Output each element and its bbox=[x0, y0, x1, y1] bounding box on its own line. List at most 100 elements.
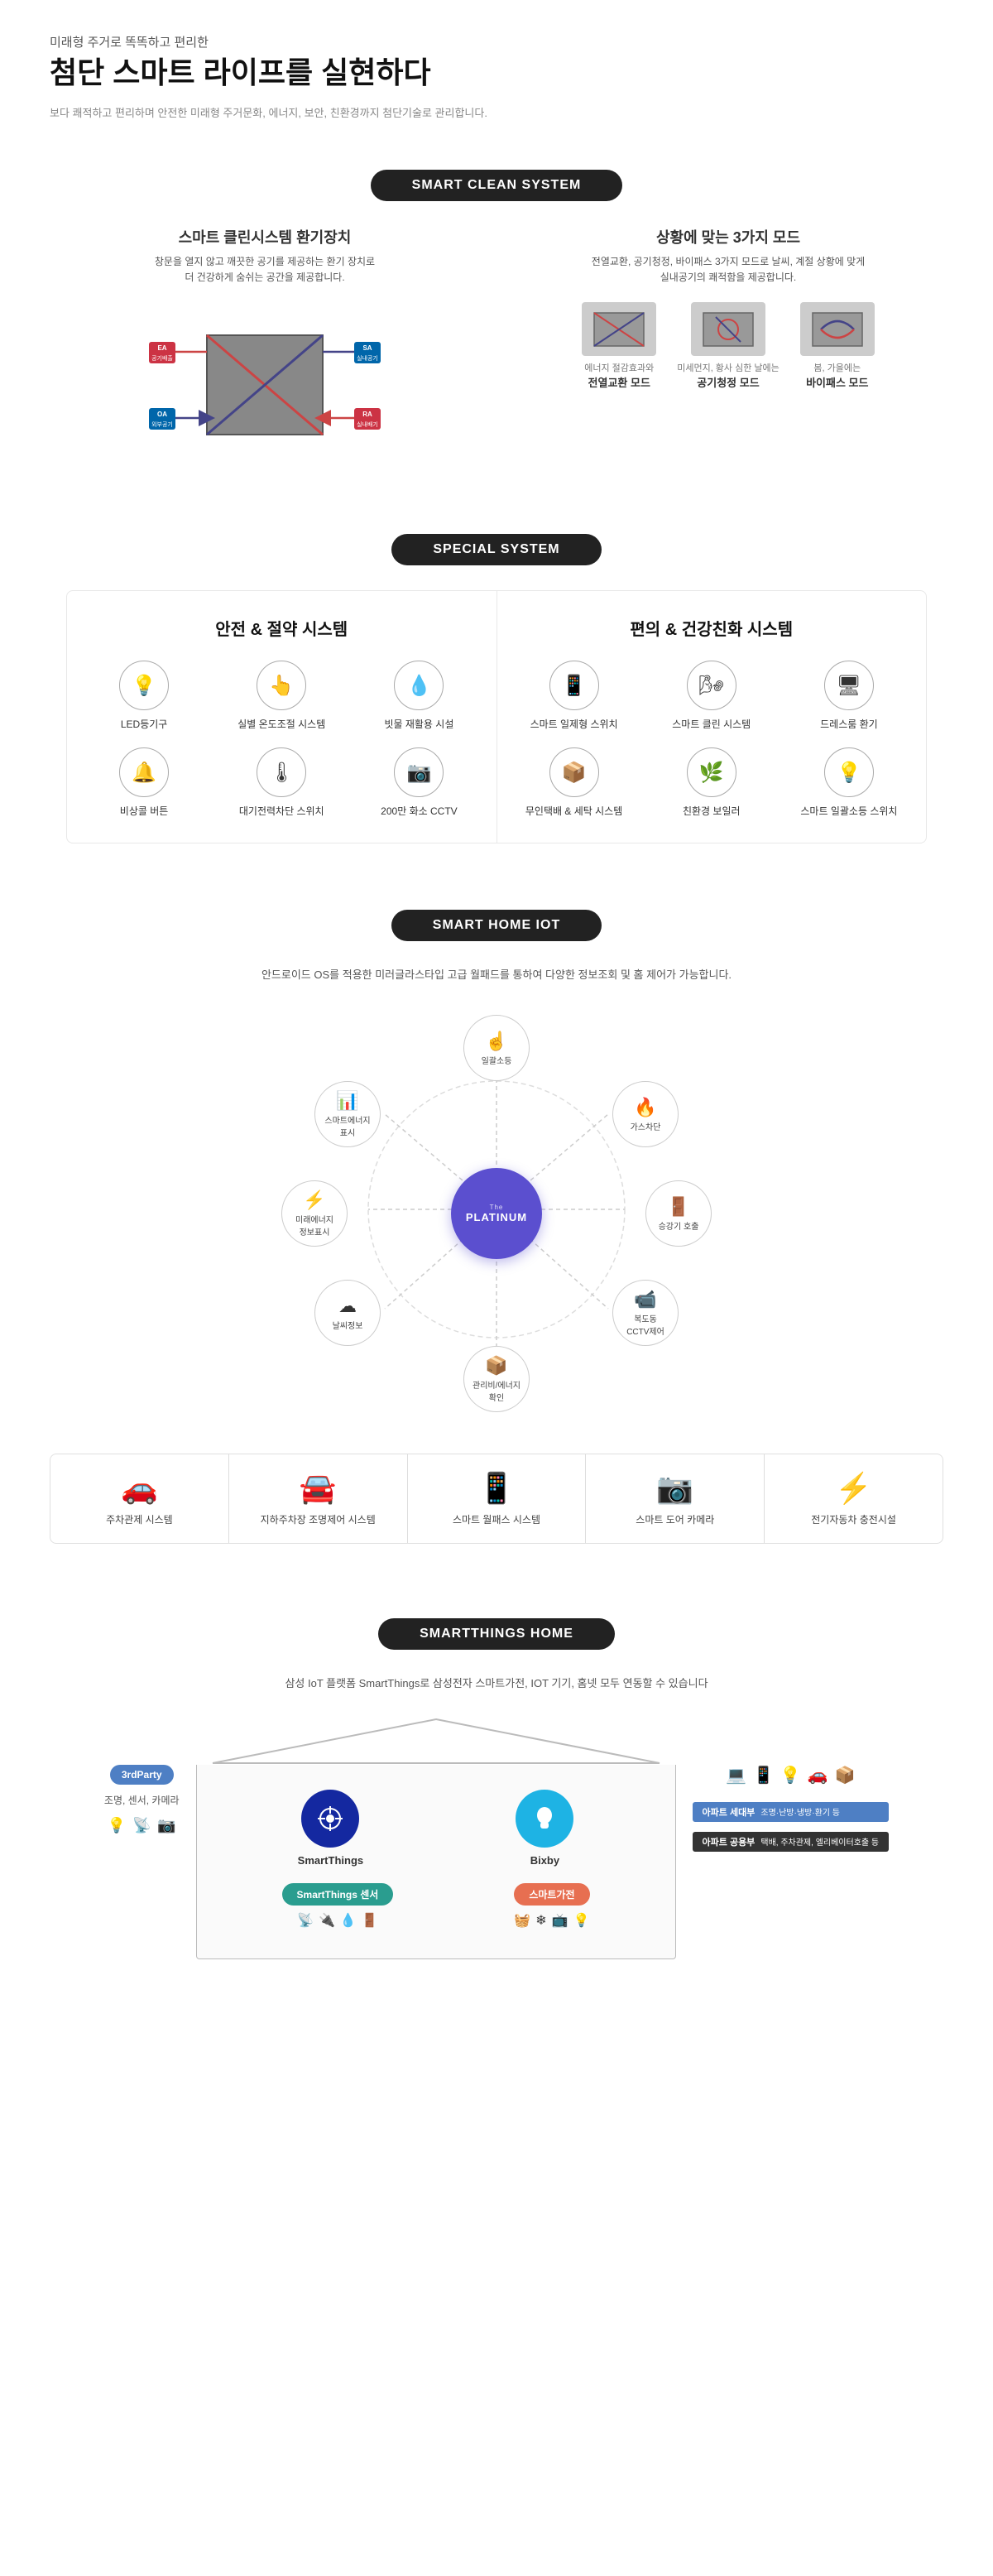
house-body: SmartThings Bixby SmartThings 센서 bbox=[196, 1765, 676, 1959]
third-party-icon-3: 📷 bbox=[157, 1817, 175, 1834]
icon-item-rain: 💧 빗물 재활용 시설 bbox=[358, 661, 479, 731]
icon-item-parcel: 📦 무인택배 & 세탁 시스템 bbox=[514, 747, 635, 818]
iot-badge: SMART HOME IOT bbox=[391, 910, 602, 941]
convenience-system-title: 편의 & 건강친화 시스템 bbox=[514, 616, 910, 640]
st-badge: SMARTTHINGS HOME bbox=[378, 1618, 615, 1650]
node-all-off-icon: ☝ bbox=[485, 1031, 507, 1052]
third-party-icon-2: 📡 bbox=[132, 1817, 151, 1834]
door-cam-icon: 📷 bbox=[656, 1471, 693, 1506]
hrv-block: 스마트 클린시스템 환기장치 창문을 열지 않고 깨끗한 공기를 제공하는 환기… bbox=[50, 226, 480, 468]
iot-bottom-row: 🚗 주차관제 시스템 🚘 지하주차장 조명제어 시스템 📱 스마트 월패스 시스… bbox=[50, 1454, 943, 1544]
icon-item-led: 💡 LED등기구 bbox=[84, 661, 204, 731]
basement-label: 지하주차장 조명제어 시스템 bbox=[261, 1512, 376, 1526]
rain-label: 빗물 재활용 시설 bbox=[384, 717, 453, 731]
node-smart-energy-icon: 📊 bbox=[336, 1090, 358, 1112]
smart-clean-icon: 🌬 bbox=[687, 661, 736, 710]
smart-switch-icon: 📱 bbox=[549, 661, 599, 710]
smartthings-logo-circle bbox=[301, 1790, 359, 1848]
ev-label: 전기자동차 충전시설 bbox=[811, 1512, 896, 1526]
node-weather-label: 날씨정보 bbox=[333, 1319, 363, 1331]
led-icon: 💡 bbox=[119, 661, 169, 710]
icon-item-dressroom: 🖥 드레스룸 환기 bbox=[789, 661, 909, 731]
icon-item-emergency: 🔔 비상콜 버튼 bbox=[84, 747, 204, 818]
node-gas-icon: 🔥 bbox=[634, 1097, 656, 1118]
mode-label-top-2: 미세먼지, 황사 심한 날에는 bbox=[677, 361, 780, 374]
smart-switch-label: 스마트 일제형 스위치 bbox=[530, 717, 618, 731]
node-elevator: 🚪 승강기 호출 bbox=[645, 1180, 712, 1247]
apt-tag-2: 아파트 공용부 택배, 주차관제, 엘리베이터호출 등 bbox=[693, 1832, 890, 1852]
node-weather-icon: ☁ bbox=[338, 1295, 357, 1317]
st-logos-row: SmartThings Bixby bbox=[222, 1790, 650, 1867]
mode-icon-2 bbox=[691, 302, 765, 356]
basement-icon: 🚘 bbox=[300, 1471, 337, 1506]
node-cctv-label: 복도동CCTV제어 bbox=[626, 1312, 664, 1337]
mode-label-bold-2: 공기청정 모드 bbox=[677, 374, 780, 390]
iot-bottom-door-cam: 📷 스마트 도어 카메라 bbox=[586, 1454, 765, 1543]
door-cam-label: 스마트 도어 카메라 bbox=[636, 1512, 714, 1526]
smartthings-logo-label: SmartThings bbox=[298, 1854, 363, 1867]
third-party-icons: 💡 📡 📷 bbox=[108, 1817, 176, 1834]
apt-tag-1-detail: 조명·난방·냉방·환기 등 bbox=[760, 1809, 840, 1818]
node-energy: ⚡ 미래에너지정보표시 bbox=[281, 1180, 348, 1247]
house-block: SmartThings Bixby SmartThings 센서 bbox=[196, 1715, 676, 1959]
hrv-title: 스마트 클린시스템 환기장치 bbox=[50, 226, 480, 248]
node-cctv-icon: 📹 bbox=[634, 1289, 656, 1310]
sensor-badge: SmartThings 센서 bbox=[282, 1883, 394, 1906]
hub-inner-text: The bbox=[490, 1204, 504, 1211]
node-billing: 📦 관리비/에너지확인 bbox=[463, 1346, 530, 1412]
icon-item-smart-switch: 📱 스마트 일제형 스위치 bbox=[514, 661, 635, 731]
led-label: LED등기구 bbox=[121, 717, 167, 731]
smartthings-logo-block: SmartThings bbox=[298, 1790, 363, 1867]
icon-item-boiler: 🌿 친환경 보일러 bbox=[651, 747, 772, 818]
parking-label: 주차관제 시스템 bbox=[106, 1512, 173, 1526]
apt-tag-1: 아파트 세대부 조명·난방·냉방·환기 등 bbox=[693, 1802, 890, 1822]
appliance-badge: 스마트가전 bbox=[514, 1883, 589, 1906]
cctv-icon: 📷 bbox=[394, 747, 444, 797]
smart-clean-label: 스마트 클린 시스템 bbox=[672, 717, 751, 731]
rain-icon: 💧 bbox=[394, 661, 444, 710]
wallpad-label: 스마트 월패스 시스템 bbox=[453, 1512, 540, 1526]
hrv-diagram-svg: EA 공기배출 OA 외부공기 SA 실내공기 RA 실내배기 bbox=[149, 302, 381, 468]
hero-title: 첨단 스마트 라이프를 실현하다 bbox=[50, 54, 943, 93]
st-badge-row: SmartThings 센서 📡 🔌 💧 🚪 스마트가전 bbox=[222, 1883, 650, 1929]
mode-label-top-1: 에너지 절감효과와 bbox=[582, 361, 656, 374]
bixby-logo-block: Bixby bbox=[516, 1790, 573, 1867]
smart-clean-badge-wrap: SMART CLEAN SYSTEM bbox=[0, 170, 993, 201]
appliance-badge-block: 스마트가전 🧺 ❄ 📺 💡 bbox=[514, 1883, 589, 1929]
icon-item-standby: 🌡 대기전력차단 스위치 bbox=[221, 747, 342, 818]
bixby-logo-circle bbox=[516, 1790, 573, 1848]
all-off-label: 스마트 일괄소등 스위치 bbox=[800, 804, 897, 818]
icon-item-cctv: 📷 200만 화소 CCTV bbox=[358, 747, 479, 818]
node-gas: 🔥 가스차단 bbox=[612, 1081, 679, 1147]
svg-text:EA: EA bbox=[157, 344, 166, 352]
standby-icon: 🌡 bbox=[257, 747, 306, 797]
hero-section: 미래형 주거로 똑똑하고 편리한 첨단 스마트 라이프를 실현하다 보다 쾌적하… bbox=[0, 0, 993, 145]
node-gas-label: 가스차단 bbox=[631, 1120, 661, 1132]
svg-text:공기배출: 공기배출 bbox=[151, 354, 173, 362]
safety-icon-grid: 💡 LED등기구 👆 실별 온도조절 시스템 💧 빗물 재활용 시설 🔔 비상콜… bbox=[84, 661, 480, 818]
node-elevator-icon: 🚪 bbox=[667, 1196, 689, 1218]
svg-text:실내공기: 실내공기 bbox=[357, 354, 378, 362]
appliance-icons: 🧺 ❄ 📺 💡 bbox=[514, 1912, 589, 1929]
sensor-badge-block: SmartThings 센서 📡 🔌 💧 🚪 bbox=[282, 1883, 394, 1929]
mode-icon-3 bbox=[800, 302, 875, 356]
apt-tag-2-label: 아파트 공용부 bbox=[703, 1838, 756, 1848]
mode-icon-1 bbox=[582, 302, 656, 356]
boiler-icon: 🌿 bbox=[687, 747, 736, 797]
emergency-icon: 🔔 bbox=[119, 747, 169, 797]
svg-text:외부공기: 외부공기 bbox=[151, 421, 173, 428]
node-weather: ☁ 날씨정보 bbox=[314, 1280, 381, 1346]
hub-label: PLATINUM bbox=[466, 1211, 527, 1223]
node-elevator-label: 승강기 호출 bbox=[659, 1219, 699, 1232]
st-badge-wrap: SMARTTHINGS HOME bbox=[0, 1618, 993, 1650]
modes-desc: 전열교환, 공기청정, 바이패스 3가지 모드로 날씨, 계절 상황에 맞게실내… bbox=[513, 254, 943, 286]
iot-bottom-basement: 🚘 지하주차장 조명제어 시스템 bbox=[229, 1454, 408, 1543]
modes-block: 상황에 맞는 3가지 모드 전열교환, 공기청정, 바이패스 3가지 모드로 날… bbox=[513, 226, 943, 390]
node-all-off-label: 일괄소등 bbox=[482, 1054, 512, 1066]
node-smart-energy-label: 스마트에너지표시 bbox=[324, 1113, 370, 1138]
parcel-label: 무인택배 & 세탁 시스템 bbox=[525, 804, 622, 818]
modes-title: 상황에 맞는 3가지 모드 bbox=[513, 226, 943, 248]
parking-icon: 🚗 bbox=[121, 1471, 158, 1506]
sensor-icons: 📡 🔌 💧 🚪 bbox=[282, 1912, 394, 1929]
third-party-icon-1: 💡 bbox=[108, 1817, 126, 1834]
